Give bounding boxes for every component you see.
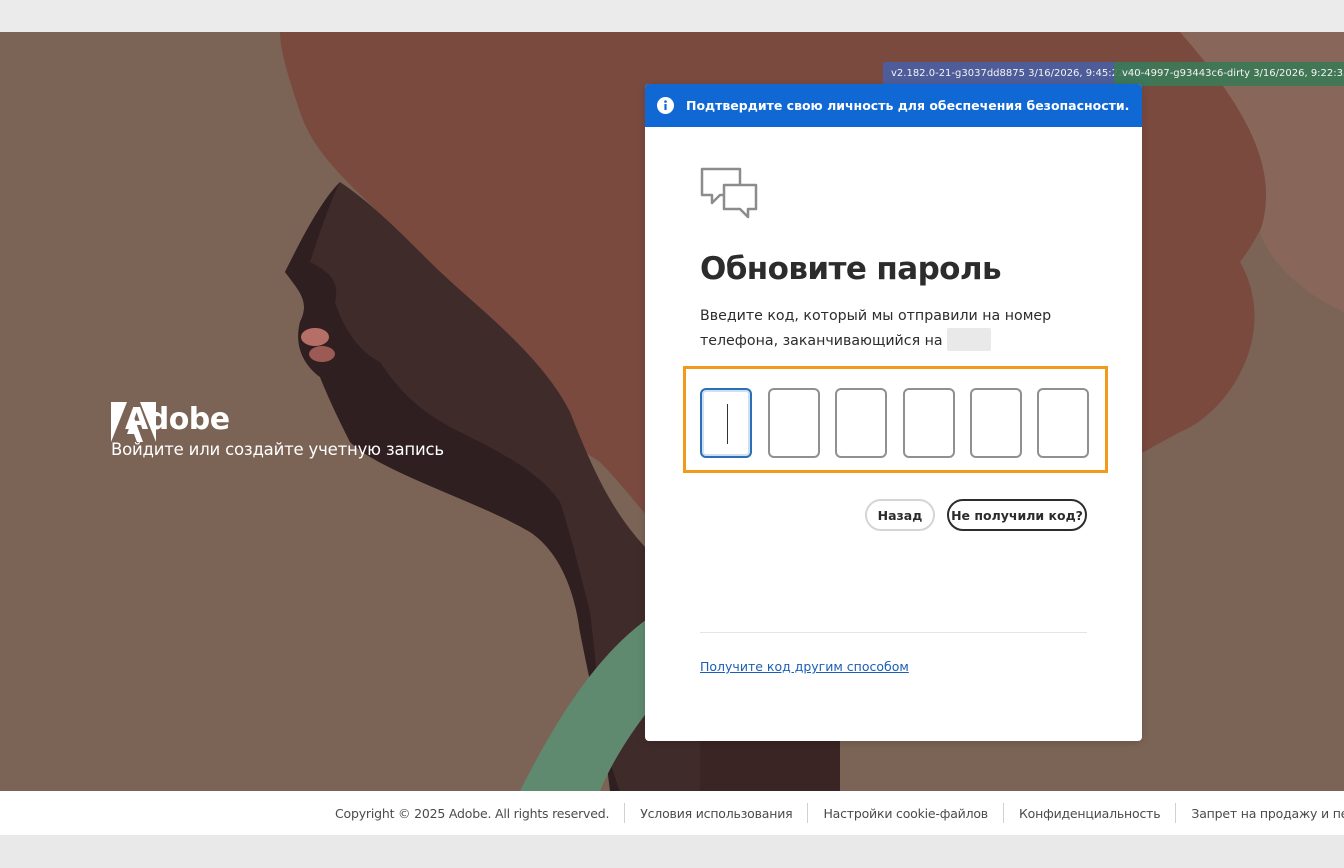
frontend-build-badge: v2.182.0-21-g3037dd8875 3/16/2026, 9:45:… [883, 62, 1151, 86]
code-digit-5[interactable] [970, 388, 1022, 458]
footer-separator [1002, 803, 1004, 823]
backend-build-badge: v40-4997-g93443c6-dirty 3/16/2026, 9:22:… [1114, 62, 1344, 86]
brand-block: Adobe Войдите или создайте учетную запис… [111, 402, 444, 459]
banner-text: Подтвердите свою личность для обеспечени… [686, 98, 1130, 113]
chat-bubbles-icon [700, 167, 758, 219]
footer-separator [1175, 803, 1177, 823]
page-title: Обновите пароль [700, 251, 1002, 287]
back-button[interactable]: Назад [865, 499, 935, 531]
footer: Copyright © 2025 Adobe. All rights reser… [0, 791, 1344, 835]
terms-link[interactable]: Условия использования [640, 806, 792, 821]
info-icon [657, 97, 674, 114]
verification-dialog: Подтвердите свою личность для обеспечени… [645, 84, 1142, 741]
code-digit-6[interactable] [1037, 388, 1089, 458]
resend-code-button[interactable]: Не получили код? [947, 499, 1087, 531]
description-text: Введите код, который мы отправили на ном… [700, 308, 1052, 349]
security-banner: Подтвердите свою личность для обеспечени… [645, 84, 1142, 127]
cookie-settings-link[interactable]: Настройки cookie-файлов [823, 806, 988, 821]
browser-top-strip [0, 0, 1344, 32]
alt-method-link[interactable]: Получите код другим способом [700, 659, 909, 674]
do-not-sell-link[interactable]: Запрет на продажу и передачу личной [1191, 806, 1344, 821]
code-digit-1[interactable] [700, 388, 752, 458]
copyright-text: Copyright © 2025 Adobe. All rights reser… [335, 805, 610, 821]
code-digit-3[interactable] [835, 388, 887, 458]
code-digit-4[interactable] [903, 388, 955, 458]
code-description: Введите код, который мы отправили на ном… [700, 305, 1100, 353]
text-caret [727, 404, 728, 444]
browser-bottom-strip [0, 835, 1344, 868]
code-digit-2[interactable] [768, 388, 820, 458]
brand-tagline: Войдите или создайте учетную запись [111, 440, 444, 459]
code-input-group [683, 366, 1108, 473]
masked-phone-digits [947, 328, 992, 351]
footer-separator [624, 803, 626, 823]
divider [700, 632, 1087, 633]
privacy-link[interactable]: Конфиденциальность [1019, 806, 1161, 821]
footer-separator [807, 803, 809, 823]
adobe-logo-icon [111, 402, 156, 442]
